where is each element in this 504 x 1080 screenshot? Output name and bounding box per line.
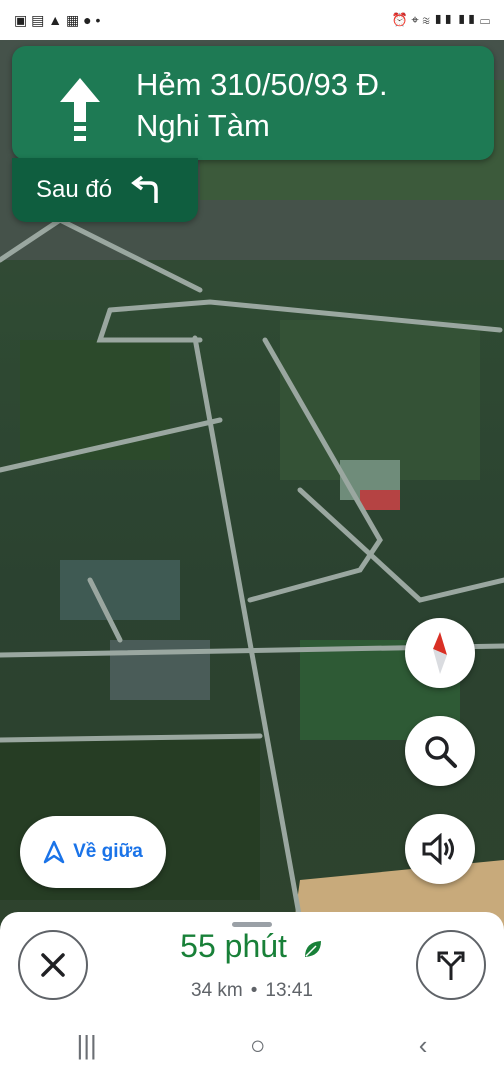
- recenter-button[interactable]: Về giữa: [20, 816, 166, 888]
- navigation-banner[interactable]: Hẻm 310/50/93 Đ. Nghi Tàm: [12, 46, 494, 160]
- sheet-handle[interactable]: [232, 922, 272, 927]
- system-navigation-bar: ||| ○ ‹: [0, 1010, 504, 1080]
- street-line-1: Hẻm 310/50/93 Đ.: [136, 67, 388, 102]
- search-button[interactable]: [405, 716, 475, 786]
- back-button[interactable]: ‹: [419, 1030, 428, 1061]
- notification-icons: ▣ ▤ ▲ ▦ ● •: [14, 11, 101, 28]
- then-label: Sau đó: [36, 176, 113, 203]
- sound-button[interactable]: [405, 814, 475, 884]
- status-icons: ⏰ ⌖ ≋ ▮▮ ▮▮ ▭: [391, 12, 490, 27]
- speaker-icon: [422, 833, 454, 865]
- straight-arrow-icon: [60, 78, 100, 141]
- home-button[interactable]: ○: [250, 1030, 266, 1061]
- route-fork-icon: [437, 951, 465, 980]
- navigation-arrow-icon: [43, 840, 65, 864]
- recenter-label: Về giữa: [73, 841, 143, 862]
- arrival-time: 13:41: [265, 980, 313, 1001]
- then-maneuver-chip[interactable]: Sau đó: [12, 158, 198, 222]
- trip-distance: 34 km: [191, 980, 243, 1001]
- leaf-icon: [304, 940, 321, 957]
- alternate-routes-button[interactable]: [416, 930, 486, 1000]
- compass-button[interactable]: [405, 618, 475, 688]
- search-icon: [425, 736, 457, 768]
- street-name: Hẻm 310/50/93 Đ. Nghi Tàm: [136, 64, 476, 146]
- recents-button[interactable]: |||: [77, 1030, 97, 1061]
- duration-text: 55 phút: [180, 928, 287, 964]
- compass-icon: [433, 632, 447, 674]
- street-line-2: Nghi Tàm: [136, 108, 270, 143]
- turn-left-icon: [131, 175, 158, 203]
- separator-dot: •: [250, 980, 258, 1001]
- status-bar: ▣ ▤ ▲ ▦ ● • ⏰ ⌖ ≋ ▮▮ ▮▮ ▭: [0, 0, 504, 40]
